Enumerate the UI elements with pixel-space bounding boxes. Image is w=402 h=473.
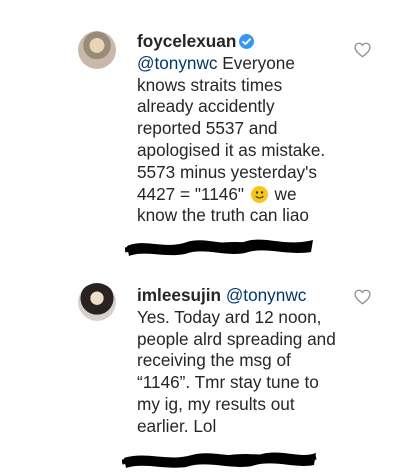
comment-body: Yes. Today ard 12 noon, people alrd spre… (137, 306, 336, 436)
username[interactable]: imleesujin (137, 285, 221, 305)
mention-link[interactable]: @tonynwc (137, 53, 218, 73)
mention-link[interactable]: @tonynwc (226, 285, 307, 305)
verified-badge-icon (239, 34, 255, 49)
comment-text: foycelexuan @tonynwc Everyone knows stra… (137, 31, 337, 227)
slightly-smiling-face-icon (250, 185, 268, 203)
redaction-mark (125, 239, 313, 256)
like-heart-icon[interactable] (354, 289, 371, 305)
like-heart-icon[interactable] (354, 42, 371, 58)
comment-body: Everyone knows straits times already acc… (137, 52, 326, 204)
username[interactable]: foycelexuan (137, 31, 236, 51)
avatar[interactable] (78, 283, 116, 321)
avatar[interactable] (78, 31, 116, 69)
comment-text: imleesujin @tonynwc Yes. Today ard 12 no… (137, 285, 337, 438)
redaction-mark (122, 452, 317, 468)
